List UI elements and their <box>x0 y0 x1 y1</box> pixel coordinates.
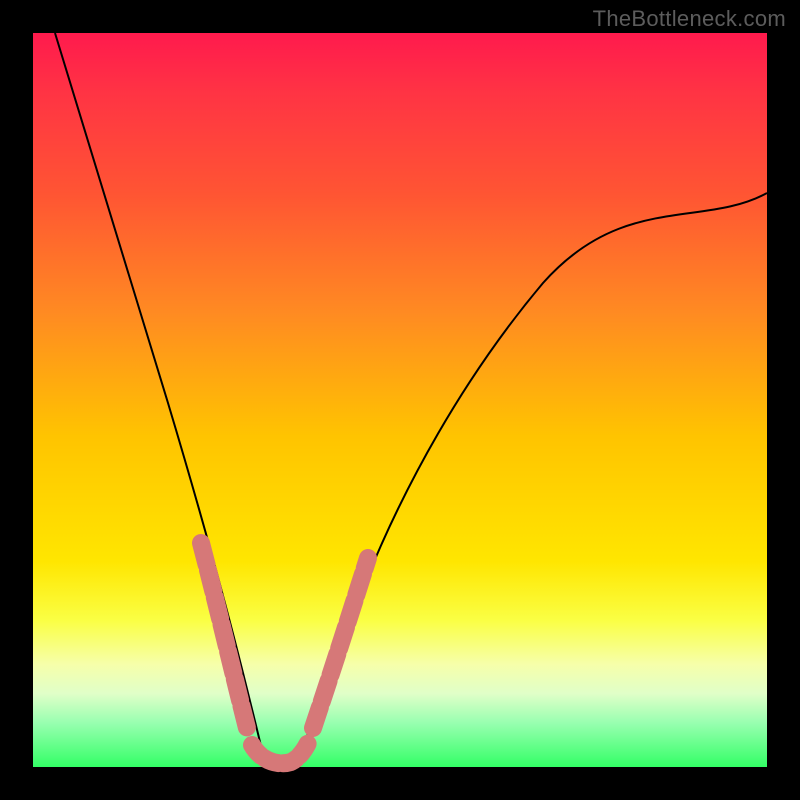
watermark: TheBottleneck.com <box>593 6 786 32</box>
plot-area <box>33 33 767 767</box>
chart-frame: TheBottleneck.com <box>0 0 800 800</box>
curve-layer <box>33 33 767 767</box>
beads-left <box>201 543 247 728</box>
beads-valley <box>252 743 308 763</box>
beads-right <box>313 558 368 728</box>
curve-right <box>299 193 767 757</box>
